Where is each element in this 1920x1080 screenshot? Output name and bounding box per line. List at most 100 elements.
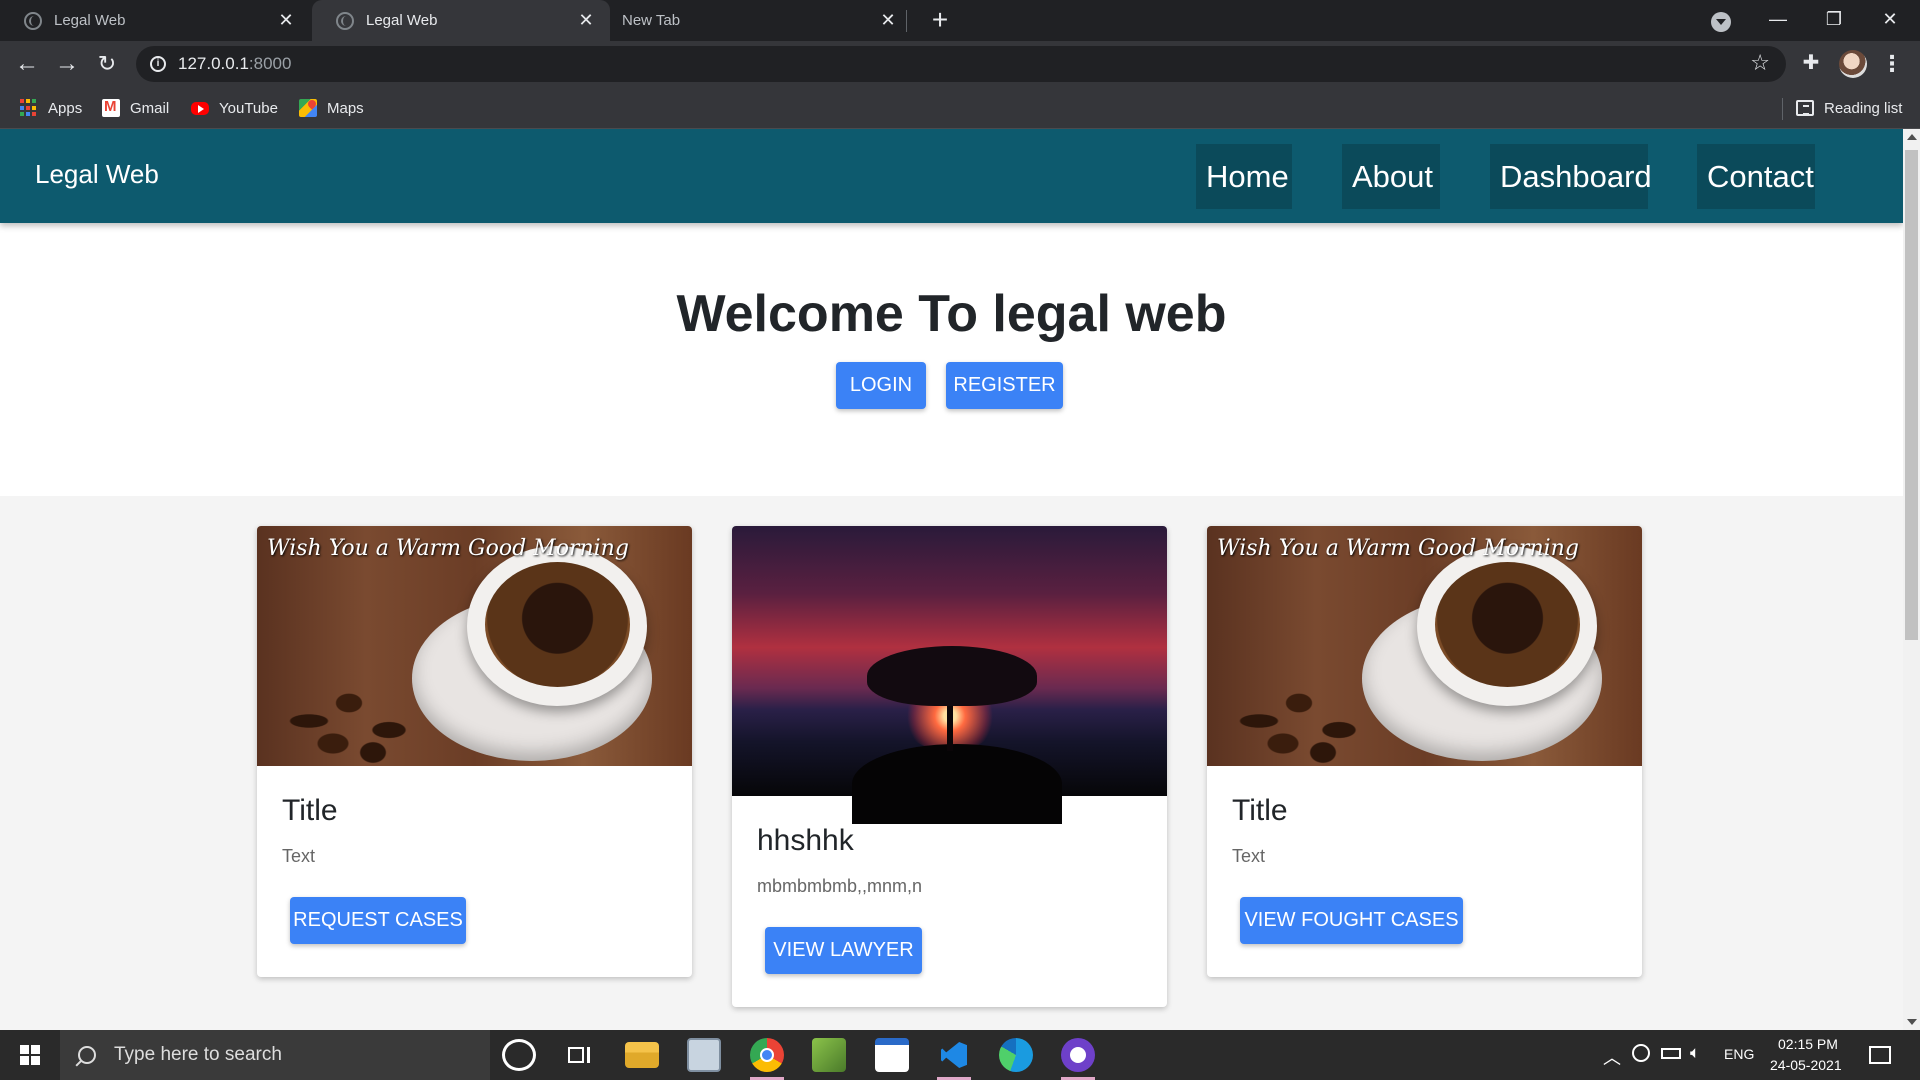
reading-list-label: Reading list bbox=[1824, 99, 1903, 117]
task-view-icon[interactable] bbox=[562, 1038, 596, 1072]
window-app-icon[interactable] bbox=[875, 1038, 909, 1072]
address-bar[interactable]: i 127.0.0.1:8000 ☆ bbox=[136, 46, 1786, 82]
restore-button[interactable]: ❐ bbox=[1806, 0, 1862, 41]
clock-time[interactable]: 02:15 PM bbox=[1778, 1036, 1838, 1052]
coffee-cup-image: Wish You a Warm Good Morning bbox=[1207, 526, 1642, 766]
nav-about[interactable]: About bbox=[1342, 144, 1440, 209]
login-button[interactable]: LOGIN bbox=[836, 362, 926, 409]
image-caption: Wish You a Warm Good Morning bbox=[1217, 536, 1579, 561]
site-info-icon[interactable]: i bbox=[150, 56, 166, 72]
bookmark-label: Maps bbox=[327, 99, 364, 117]
input-language[interactable]: ENG bbox=[1724, 1046, 1754, 1062]
github-desktop-icon[interactable] bbox=[1061, 1038, 1095, 1080]
tab-legal-web-2[interactable]: Legal Web ✕ bbox=[312, 0, 610, 41]
cortana-icon[interactable] bbox=[502, 1039, 536, 1071]
hero-title: Welcome To legal web bbox=[676, 285, 1227, 343]
tab-search-icon[interactable] bbox=[1711, 12, 1731, 32]
youtube-icon bbox=[191, 101, 209, 115]
reload-icon[interactable]: ↻ bbox=[90, 47, 124, 81]
card-text: Text bbox=[282, 846, 316, 866]
cards-section: Wish You a Warm Good Morning Title Text … bbox=[0, 496, 1903, 1030]
tab-title: Legal Web bbox=[366, 12, 438, 29]
browser-toolbar: ← → ↻ i 127.0.0.1:8000 ☆ ✚ ⋮ bbox=[0, 41, 1920, 88]
network-globe-icon[interactable] bbox=[1632, 1044, 1650, 1062]
bookmark-star-icon[interactable]: ☆ bbox=[1750, 50, 1770, 76]
image-editor-icon[interactable] bbox=[812, 1038, 846, 1072]
globe-icon bbox=[24, 11, 42, 30]
photos-icon[interactable] bbox=[687, 1038, 721, 1072]
bookmark-maps[interactable]: Maps bbox=[299, 88, 364, 128]
bookmark-gmail[interactable]: Gmail bbox=[102, 88, 169, 128]
extensions-puzzle-icon[interactable]: ✚ bbox=[1800, 52, 1822, 74]
nav-home[interactable]: Home bbox=[1196, 144, 1292, 209]
chrome-menu-icon[interactable]: ⋮ bbox=[1880, 50, 1904, 78]
nav-dashboard[interactable]: Dashboard bbox=[1490, 144, 1652, 209]
clock-date[interactable]: 24-05-2021 bbox=[1770, 1057, 1842, 1073]
card-title: Title bbox=[1232, 794, 1288, 827]
search-icon bbox=[78, 1046, 96, 1064]
chrome-icon[interactable] bbox=[750, 1038, 784, 1080]
profile-avatar[interactable] bbox=[1839, 50, 1867, 78]
url-text[interactable]: 127.0.0.1:8000 bbox=[178, 54, 291, 74]
bookmarks-bar: Apps Gmail YouTube Maps Reading list bbox=[0, 88, 1920, 129]
card-title: hhshhk bbox=[757, 824, 854, 857]
taskbar-search-placeholder: Type here to search bbox=[114, 1044, 282, 1065]
tab-title: New Tab bbox=[622, 12, 681, 29]
sunset-tree-image bbox=[732, 526, 1167, 824]
close-tab-icon[interactable]: ✕ bbox=[276, 10, 296, 31]
scroll-down-arrow-icon[interactable] bbox=[1907, 1019, 1917, 1025]
card-view-fought-cases: Wish You a Warm Good Morning Title Text … bbox=[1207, 526, 1642, 977]
bookmark-label: YouTube bbox=[219, 99, 278, 117]
bookmarks-separator bbox=[1782, 98, 1783, 120]
card-title: Title bbox=[282, 794, 338, 827]
scrollbar-thumb[interactable] bbox=[1905, 150, 1918, 640]
vscode-icon[interactable] bbox=[937, 1038, 971, 1080]
edge-icon[interactable] bbox=[999, 1038, 1033, 1072]
tab-title: Legal Web bbox=[54, 12, 126, 29]
notifications-icon[interactable] bbox=[1869, 1046, 1891, 1064]
reading-list-button[interactable]: Reading list bbox=[1796, 88, 1902, 128]
page-viewport: Legal Web Home About Dashboard Contact W… bbox=[0, 129, 1903, 1030]
site-brand[interactable]: Legal Web bbox=[35, 159, 159, 190]
view-fought-cases-button[interactable]: VIEW FOUGHT CASES bbox=[1240, 897, 1463, 944]
globe-icon bbox=[336, 11, 354, 30]
close-window-button[interactable]: ✕ bbox=[1862, 0, 1918, 41]
volume-muted-icon[interactable]: 🔈︎ bbox=[1690, 1043, 1700, 1063]
coffee-cup-image: Wish You a Warm Good Morning bbox=[257, 526, 692, 766]
file-explorer-icon[interactable] bbox=[625, 1042, 659, 1068]
apps-grid-icon bbox=[20, 99, 38, 117]
card-text: Text bbox=[1232, 846, 1266, 866]
minimize-button[interactable]: — bbox=[1750, 0, 1806, 41]
bookmark-youtube[interactable]: YouTube bbox=[191, 88, 278, 128]
page-scrollbar[interactable] bbox=[1903, 129, 1920, 1030]
maps-icon bbox=[299, 99, 317, 117]
image-caption: Wish You a Warm Good Morning bbox=[267, 536, 629, 561]
scroll-up-arrow-icon[interactable] bbox=[1907, 134, 1917, 140]
tab-new-tab[interactable]: New Tab ✕ bbox=[612, 0, 912, 41]
view-lawyer-button[interactable]: VIEW LAWYER bbox=[765, 927, 922, 974]
battery-icon[interactable] bbox=[1661, 1048, 1681, 1059]
register-button[interactable]: REGISTER bbox=[946, 362, 1063, 409]
site-navbar: Legal Web Home About Dashboard Contact bbox=[0, 129, 1903, 223]
bookmark-apps[interactable]: Apps bbox=[20, 88, 82, 128]
browser-tab-strip: Legal Web ✕ Legal Web ✕ New Tab ✕ + — ❐ … bbox=[0, 0, 1920, 41]
tab-separator bbox=[906, 10, 907, 32]
close-tab-icon[interactable]: ✕ bbox=[576, 10, 596, 31]
reading-list-icon bbox=[1796, 100, 1814, 116]
request-cases-button[interactable]: REQUEST CASES bbox=[290, 897, 466, 944]
windows-start-icon[interactable] bbox=[0, 1030, 60, 1080]
taskbar-search-box[interactable]: Type here to search bbox=[60, 1030, 490, 1080]
bookmark-label: Apps bbox=[48, 99, 83, 117]
windows-taskbar: Type here to search ︿ 🔈︎ ENG 02:15 PM 24… bbox=[0, 1030, 1920, 1080]
close-tab-icon[interactable]: ✕ bbox=[878, 10, 898, 31]
back-icon[interactable]: ← bbox=[10, 47, 44, 81]
new-tab-button[interactable]: + bbox=[924, 4, 956, 36]
tab-legal-web-1[interactable]: Legal Web ✕ bbox=[0, 0, 310, 41]
nav-contact[interactable]: Contact bbox=[1697, 144, 1815, 209]
card-request-cases: Wish You a Warm Good Morning Title Text … bbox=[257, 526, 692, 977]
gmail-icon bbox=[102, 98, 120, 117]
bookmark-label: Gmail bbox=[130, 99, 170, 117]
tray-chevron-up-icon[interactable]: ︿ bbox=[1603, 1044, 1621, 1070]
card-view-lawyer: hhshhk mbmbmbmb,,mnm,n VIEW LAWYER bbox=[732, 526, 1167, 1007]
forward-icon[interactable]: → bbox=[50, 47, 84, 81]
